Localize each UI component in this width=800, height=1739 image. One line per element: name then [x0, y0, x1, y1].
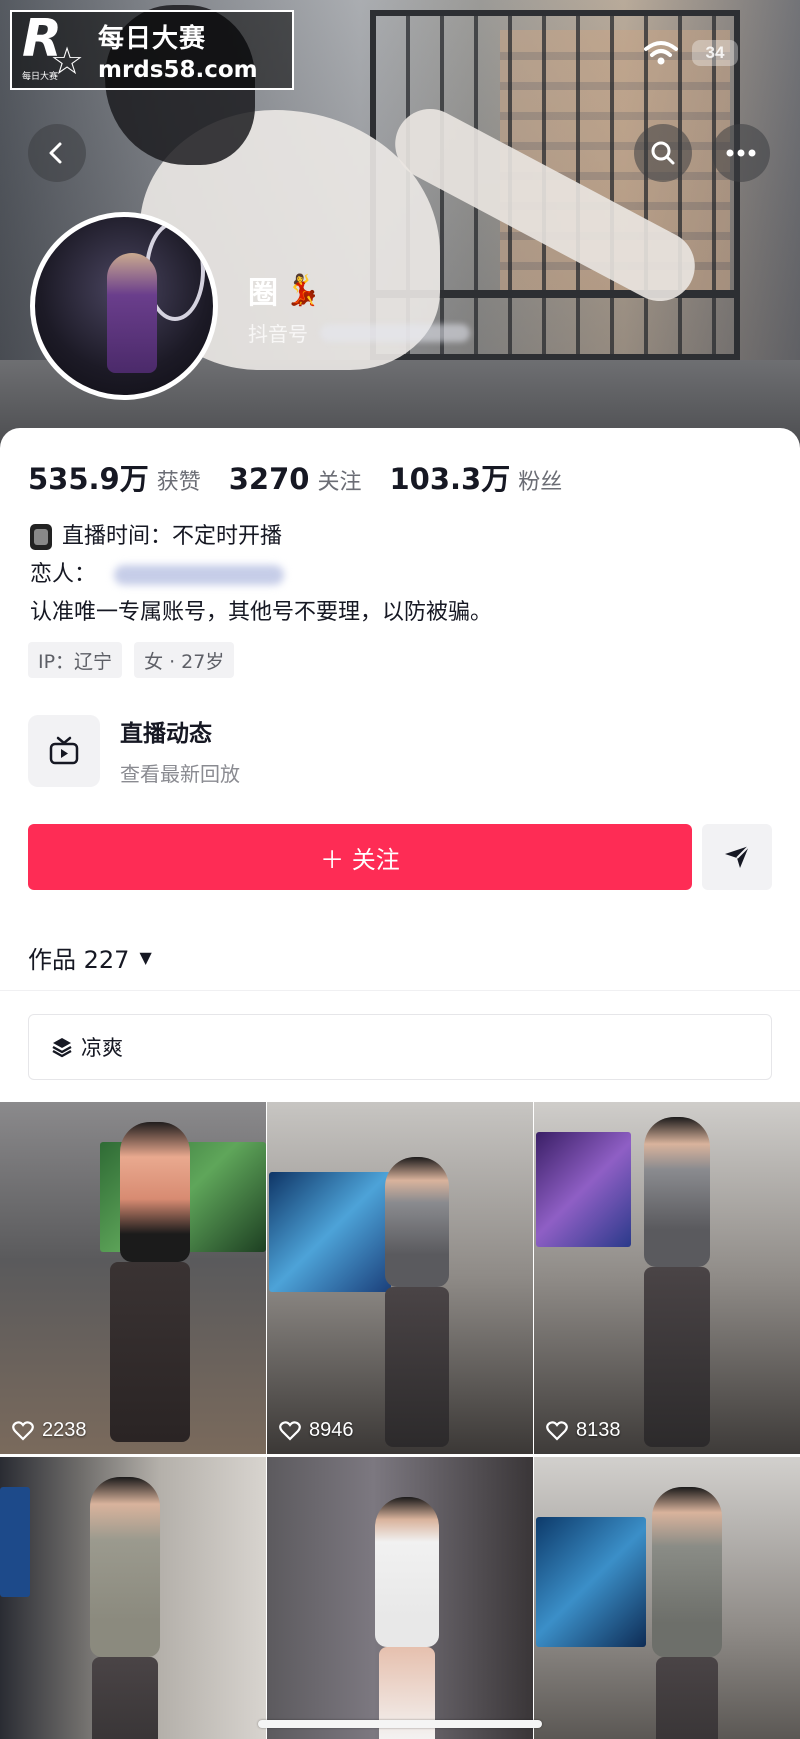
bio-notice: 认准唯一专属账号，其他号不要理，以防被骗。 [30, 600, 493, 625]
video-likes-count: 8138 [576, 1419, 621, 1441]
thumbnail-figure-legs [110, 1262, 190, 1442]
profile-name: 圈 💃 [248, 268, 321, 312]
section-divider [0, 990, 800, 991]
avatar[interactable] [30, 212, 218, 400]
video-likes: 8946 [279, 1419, 354, 1442]
video-likes: 8138 [546, 1419, 621, 1442]
profile-bio: 直播时间：不定时开播 恋人： 认准唯一专属账号，其他号不要理，以防被骗。 [30, 518, 492, 632]
collection-filter[interactable]: 凉爽 [28, 1014, 772, 1080]
video-thumbnail[interactable] [0, 1457, 266, 1739]
stat-following[interactable]: 3270 关注 [229, 462, 362, 496]
douyin-id-label: 抖音号 [248, 322, 308, 346]
layers-icon [52, 1038, 72, 1058]
thumbnail-figure [644, 1117, 710, 1267]
thumbnail-tv-screen [536, 1517, 646, 1647]
bio-lover-blurred-link[interactable] [114, 565, 285, 585]
works-count-label: 作品 227 [28, 946, 130, 974]
stat-likes-label: 获赞 [156, 470, 201, 495]
watermark-brand: 每日大赛 [98, 23, 207, 54]
avatar-figure [107, 253, 157, 373]
stat-following-label: 关注 [317, 470, 362, 495]
bio-lover-label: 恋人： [30, 562, 97, 587]
video-thumbnail[interactable] [534, 1457, 800, 1739]
thumbnail-figure [90, 1477, 160, 1657]
follow-button[interactable]: ＋ 关注 [28, 824, 692, 890]
share-button[interactable] [702, 824, 772, 890]
heart-icon [279, 1420, 301, 1441]
video-thumbnail[interactable]: 8946 [267, 1102, 533, 1454]
video-thumbnail[interactable]: 8138 [534, 1102, 800, 1454]
search-button[interactable] [634, 124, 692, 182]
thumbnail-figure-legs [92, 1657, 158, 1739]
thumbnail-figure [385, 1157, 449, 1287]
thumbnail-tv-screen [536, 1132, 631, 1247]
douyin-id: 抖音号 [248, 318, 470, 347]
heart-icon [12, 1420, 34, 1441]
thumbnail-figure-legs [656, 1657, 718, 1739]
live-updates-title: 直播动态 [120, 721, 212, 747]
stat-likes-value: 535.9万 [28, 462, 149, 496]
send-icon [725, 845, 750, 868]
watermark-url: mrds58.com [98, 56, 258, 83]
profile-name-text: 圈 [248, 276, 278, 311]
battery-icon: 34 [692, 40, 738, 66]
bio-live-time: 直播时间：不定时开播 [62, 524, 283, 549]
video-likes-count: 8946 [309, 1419, 354, 1441]
home-indicator[interactable] [258, 1720, 542, 1728]
thumbnail-figure-legs [385, 1287, 449, 1447]
tag-ip-location: IP：辽宁 [28, 642, 123, 678]
profile-tags: IP：辽宁 女 · 27岁 [28, 642, 235, 678]
thumbnail-figure [120, 1122, 190, 1262]
collection-label: 凉爽 [81, 1036, 123, 1060]
video-grid: 2238 8946 8138 [0, 1102, 800, 1739]
video-likes-count: 2238 [42, 1419, 87, 1441]
back-chevron-icon [49, 142, 62, 164]
wifi-icon [644, 41, 678, 65]
site-watermark: R ☆ 每日大赛 每日大赛 mrds58.com [10, 9, 294, 90]
douyin-id-blurred-value [320, 323, 470, 342]
thumbnail-tv-screen [269, 1172, 391, 1292]
watermark-logo-small-text: 每日大赛 [22, 72, 59, 82]
caret-down-icon: ▼ [139, 948, 152, 967]
stat-followers[interactable]: 103.3万 粉丝 [389, 456, 562, 498]
thumbnail-figure [652, 1487, 722, 1657]
heart-icon [546, 1420, 568, 1441]
status-bar: 34 [644, 40, 738, 66]
video-thumbnail[interactable] [267, 1457, 533, 1739]
video-thumbnail[interactable]: 2238 [0, 1102, 266, 1454]
dancer-emoji-icon: 💃 [284, 272, 322, 308]
thumbnail-figure [375, 1497, 439, 1647]
more-dots-icon [726, 149, 756, 157]
works-tab[interactable]: 作品 227 ▼ [28, 940, 152, 975]
video-likes: 2238 [12, 1419, 87, 1442]
thumbnail-figure-legs [644, 1267, 710, 1447]
back-button[interactable] [28, 124, 86, 182]
stat-following-value: 3270 [228, 462, 310, 496]
stat-likes[interactable]: 535.9万 获赞 [28, 456, 201, 498]
stat-followers-label: 粉丝 [518, 470, 563, 495]
more-button[interactable] [712, 124, 770, 182]
live-updates-entry[interactable]: 直播动态 查看最新回放 [28, 714, 240, 787]
tag-gender-age: 女 · 27岁 [134, 642, 235, 678]
watermark-logo: R ☆ 每日大赛 [20, 9, 92, 85]
stat-followers-value: 103.3万 [389, 462, 511, 496]
profile-stats: 535.9万 获赞 3270 关注 103.3万 粉丝 [28, 456, 562, 498]
live-updates-subtitle: 查看最新回放 [120, 762, 240, 786]
watch-icon [30, 524, 52, 550]
live-tv-icon [28, 714, 100, 787]
profile-card: 535.9万 获赞 3270 关注 103.3万 粉丝 直播时间：不定时开播 恋… [0, 428, 800, 1739]
search-icon [651, 141, 675, 165]
thumbnail-tv-screen [0, 1487, 30, 1597]
